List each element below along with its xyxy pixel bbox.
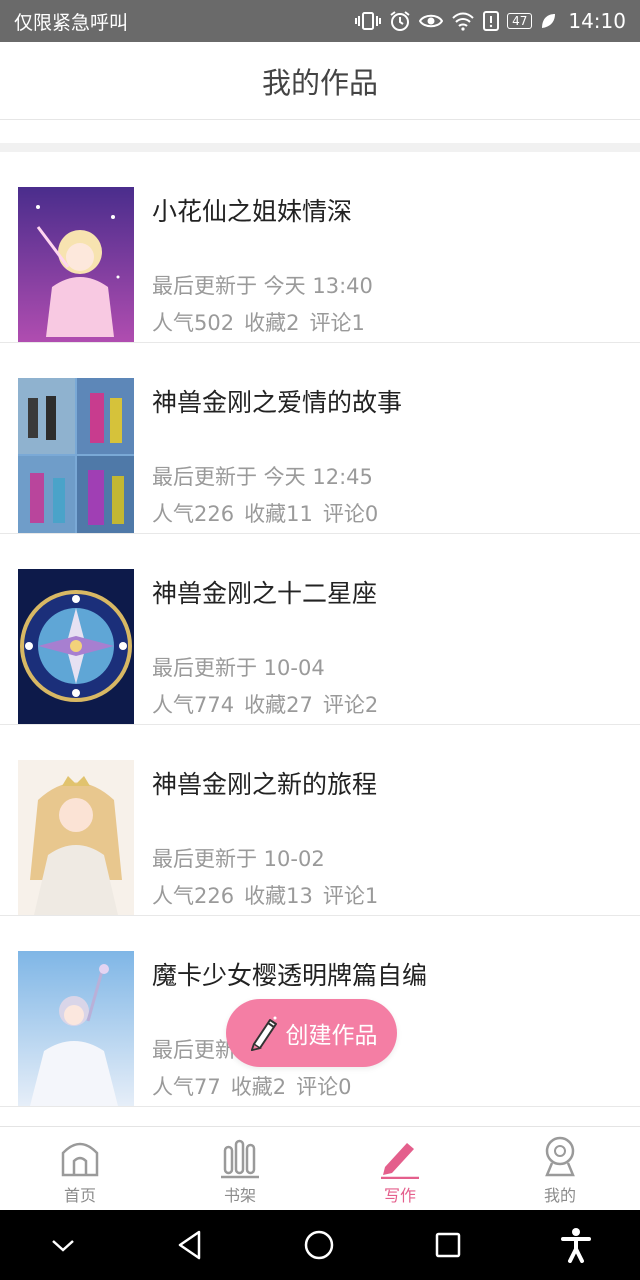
tab-label: 书架 xyxy=(223,1186,256,1205)
work-favorites: 收藏27 xyxy=(244,693,313,717)
pencil-icon xyxy=(250,1016,277,1052)
work-item[interactable]: 神兽金刚之爱情的故事 最后更新于 今天 12:45 人气226 收藏11 评论0 xyxy=(0,343,640,534)
work-title: 神兽金刚之爱情的故事 xyxy=(152,388,403,417)
tab-bookshelf[interactable]: 书架 xyxy=(160,1127,320,1211)
work-favorites: 收藏11 xyxy=(244,502,313,526)
work-updated-time: 最后更新于 今天 12:45 xyxy=(152,465,373,489)
back-icon[interactable] xyxy=(175,1229,205,1261)
battery-icon: 47 xyxy=(507,13,533,29)
work-cover-image xyxy=(18,951,134,1106)
create-work-button[interactable]: 创建作品 xyxy=(226,999,397,1067)
work-stats: 人气774 收藏27 评论2 xyxy=(152,689,378,719)
work-comments: 评论1 xyxy=(309,311,365,335)
tab-label: 首页 xyxy=(63,1186,96,1205)
section-divider xyxy=(0,143,640,152)
work-popularity: 人气226 xyxy=(152,884,235,908)
work-cover-image xyxy=(18,378,134,533)
profile-icon xyxy=(545,1136,575,1177)
works-list: 小花仙之姐妹情深 最后更新于 今天 13:40 人气502 收藏2 评论1 神兽… xyxy=(0,152,640,1126)
chevron-down-icon[interactable] xyxy=(49,1235,77,1255)
work-popularity: 人气774 xyxy=(152,693,235,717)
system-navigation-bar xyxy=(0,1210,640,1280)
work-popularity: 人气77 xyxy=(152,1075,221,1099)
work-cover-image xyxy=(18,187,134,342)
work-stats: 人气77 收藏2 评论0 xyxy=(152,1071,351,1101)
work-updated-time: 最后更新于 今天 13:40 xyxy=(152,274,373,298)
status-icons: 47 14:10 xyxy=(355,9,626,33)
work-comments: 评论0 xyxy=(322,502,379,526)
tab-label: 写作 xyxy=(383,1186,416,1205)
work-title: 魔卡少女樱透明牌篇自编 xyxy=(152,961,428,990)
work-cover-image xyxy=(18,569,134,724)
work-item[interactable]: 神兽金刚之十二星座 最后更新于 10-04 人气774 收藏27 评论2 xyxy=(0,534,640,725)
wifi-icon xyxy=(452,12,474,31)
work-updated-time: 最后更新于 10-02 xyxy=(152,847,325,871)
create-work-label: 创建作品 xyxy=(285,1023,378,1049)
alert-icon xyxy=(483,11,500,31)
work-item[interactable]: 神兽金刚之新的旅程 最后更新于 10-02 人气226 收藏13 评论1 xyxy=(0,725,640,916)
status-time: 14:10 xyxy=(568,9,626,33)
work-comments: 评论0 xyxy=(296,1075,352,1099)
work-comments: 评论2 xyxy=(322,693,379,717)
bookshelf-icon xyxy=(221,1139,259,1179)
pencil-icon xyxy=(381,1143,419,1179)
home-circle-icon[interactable] xyxy=(303,1229,335,1261)
work-cover-image xyxy=(18,760,134,915)
work-title: 神兽金刚之十二星座 xyxy=(152,579,378,608)
work-favorites: 收藏2 xyxy=(244,311,300,335)
tab-writing[interactable]: 写作 xyxy=(320,1127,480,1211)
work-comments: 评论1 xyxy=(322,884,379,908)
work-updated-time: 最后更新于 10-04 xyxy=(152,656,325,680)
alarm-icon xyxy=(390,11,410,31)
status-bar: 仅限紧急呼叫 47 14:10 xyxy=(0,0,640,42)
work-item[interactable]: 小花仙之姐妹情深 最后更新于 今天 13:40 人气502 收藏2 评论1 xyxy=(0,152,640,343)
work-popularity: 人气502 xyxy=(152,311,235,335)
status-carrier-text: 仅限紧急呼叫 xyxy=(14,11,129,34)
work-stats: 人气502 收藏2 评论1 xyxy=(152,307,365,337)
work-favorites: 收藏2 xyxy=(230,1075,287,1099)
home-icon xyxy=(61,1142,99,1177)
accessibility-icon[interactable] xyxy=(561,1227,591,1263)
work-popularity: 人气226 xyxy=(152,502,235,526)
page-title: 我的作品 xyxy=(261,65,378,100)
tab-label: 我的 xyxy=(543,1186,576,1205)
work-title: 小花仙之姐妹情深 xyxy=(152,197,353,226)
work-title: 神兽金刚之新的旅程 xyxy=(152,770,378,799)
recents-icon[interactable] xyxy=(433,1230,463,1260)
eye-icon xyxy=(419,14,444,28)
work-favorites: 收藏13 xyxy=(244,884,313,908)
leaf-icon xyxy=(542,14,556,28)
work-stats: 人气226 收藏11 评论0 xyxy=(152,498,378,528)
tab-profile[interactable]: 我的 xyxy=(480,1127,640,1211)
work-stats: 人气226 收藏13 评论1 xyxy=(152,880,378,910)
tab-home[interactable]: 首页 xyxy=(0,1127,160,1211)
bottom-tab-bar: 首页 书架 写作 我的 xyxy=(0,1126,640,1210)
page-header: 我的作品 xyxy=(0,42,640,120)
vibrate-icon xyxy=(355,12,382,30)
